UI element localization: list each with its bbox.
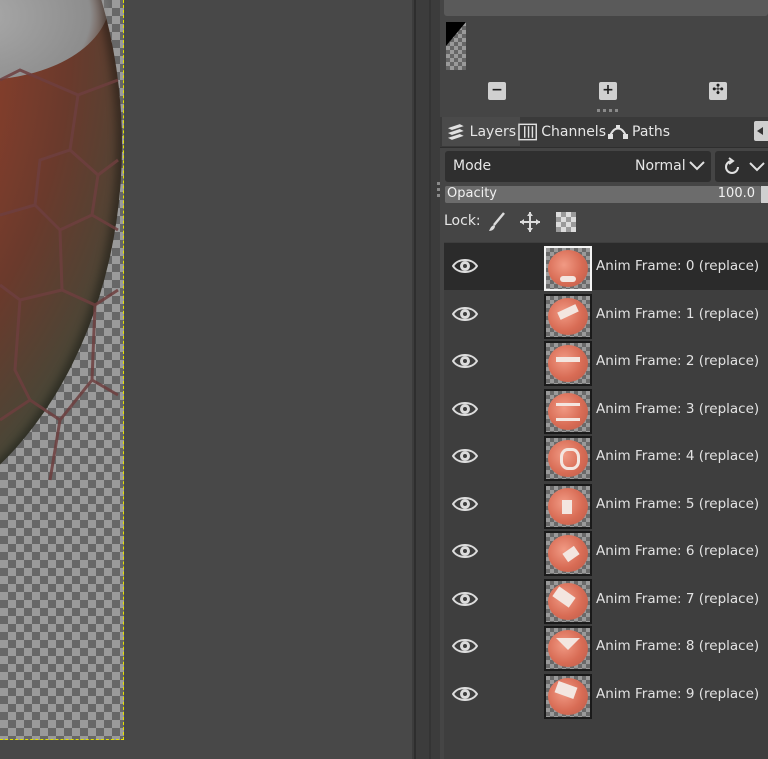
opacity-slider[interactable]: Opacity 100.0: [445, 186, 761, 203]
opacity-label: Opacity: [447, 186, 498, 201]
layer-row-2[interactable]: Anim Frame: 2 (replace): [444, 338, 768, 386]
layer-row-9[interactable]: Anim Frame: 9 (replace): [444, 671, 768, 719]
layers-dock: − + ✣ Layers Channels Paths Mode Normal …: [440, 0, 768, 759]
layer-row-1[interactable]: Anim Frame: 1 (replace): [444, 291, 768, 339]
composite-mode-button[interactable]: [715, 151, 768, 182]
layer-name: Anim Frame: 2 (replace): [596, 353, 760, 369]
reset-icon: [725, 157, 739, 174]
layer-row-4[interactable]: Anim Frame: 4 (replace): [444, 433, 768, 481]
layer-name: Anim Frame: 6 (replace): [596, 543, 760, 559]
layer-thumbnail: [544, 531, 592, 576]
layer-name: Anim Frame: 1 (replace): [596, 305, 760, 322]
eye-icon[interactable]: [452, 399, 478, 419]
layer-name: Anim Frame: 3 (replace): [596, 400, 760, 417]
tab-menu-button[interactable]: [754, 121, 768, 141]
dock-grip-dot: [609, 109, 612, 112]
layer-row-3[interactable]: Anim Frame: 3 (replace): [444, 386, 768, 434]
alpha-checker-icon[interactable]: [555, 211, 577, 233]
tab-paths[interactable]: Paths: [604, 117, 680, 146]
tab-channels-label: Channels: [541, 123, 606, 140]
lock-label: Lock:: [444, 213, 481, 229]
chevron-down-icon: [689, 161, 705, 171]
layer-row-5[interactable]: Anim Frame: 5 (replace): [444, 481, 768, 529]
brush-preview[interactable]: [446, 22, 466, 70]
tab-channels[interactable]: Channels: [514, 117, 610, 146]
dock-top-bar: [444, 0, 768, 16]
mode-dropdown[interactable]: Mode Normal: [445, 151, 711, 182]
tab-layers-label: Layers: [469, 123, 516, 140]
image-canvas[interactable]: [0, 0, 124, 740]
layer-thumbnail: [544, 673, 592, 719]
chevron-down-icon: [749, 162, 765, 172]
layer-name: Anim Frame: 4 (replace): [596, 448, 760, 464]
layer-row-0[interactable]: Anim Frame: 0 (replace): [444, 243, 768, 291]
dock-grip-dot: [615, 109, 618, 112]
layers-icon: [447, 123, 464, 140]
eye-icon[interactable]: [452, 589, 478, 609]
brush-fit-button[interactable]: ✣: [709, 82, 727, 100]
layer-name: Anim Frame: 8 (replace): [596, 638, 760, 654]
opacity-spin-button[interactable]: [761, 186, 768, 203]
layer-name: Anim Frame: 5 (replace): [596, 495, 760, 512]
eye-icon[interactable]: [452, 636, 478, 656]
layer-row-8[interactable]: Anim Frame: 8 (replace): [444, 623, 768, 671]
dock-grip-dot: [597, 109, 600, 112]
opacity-value: 100.0: [717, 186, 755, 201]
paths-icon: [608, 124, 628, 139]
pane-splitter[interactable]: [412, 0, 440, 759]
eye-icon[interactable]: [452, 351, 478, 371]
layer-thumbnail: [544, 246, 592, 291]
brush-zoom-in-button[interactable]: +: [599, 82, 617, 100]
eye-icon[interactable]: [452, 304, 478, 324]
move-icon[interactable]: [519, 211, 541, 233]
eye-icon[interactable]: [452, 446, 478, 466]
dock-grip-dot: [603, 109, 606, 112]
layer-thumbnail: [544, 388, 592, 434]
layer-thumbnail: [544, 483, 592, 529]
mode-value: Normal: [635, 158, 686, 174]
paintbrush-icon[interactable]: [486, 211, 508, 233]
layer-name: Anim Frame: 9 (replace): [596, 685, 760, 702]
layer-row-6[interactable]: Anim Frame: 6 (replace): [444, 528, 768, 576]
canvas-area[interactable]: [0, 0, 412, 759]
layer-name: Anim Frame: 7 (replace): [596, 590, 760, 607]
mode-label: Mode: [453, 158, 492, 174]
layer-thumbnail: [544, 341, 592, 386]
eye-icon[interactable]: [452, 541, 478, 561]
brush-zoom-out-button[interactable]: −: [488, 82, 506, 100]
tab-layers[interactable]: Layers: [442, 117, 520, 146]
dock-tab-bar: Layers Channels Paths: [440, 117, 768, 148]
eye-icon[interactable]: [452, 256, 478, 276]
layer-thumbnail: [544, 626, 592, 671]
layer-thumbnail: [544, 293, 592, 339]
layers-list[interactable]: Anim Frame: 0 (replace) Anim Frame: 1 (r…: [444, 242, 768, 759]
layer-thumbnail: [544, 436, 592, 481]
tab-paths-label: Paths: [632, 123, 671, 140]
layer-row-7[interactable]: Anim Frame: 7 (replace): [444, 576, 768, 624]
layer-thumbnail: [544, 578, 592, 624]
canvas-image-hex-pattern: [0, 68, 119, 481]
eye-icon[interactable]: [452, 494, 478, 514]
layer-name: Anim Frame: 0 (replace): [596, 258, 760, 274]
channels-icon: [518, 123, 537, 140]
eye-icon[interactable]: [452, 684, 478, 704]
